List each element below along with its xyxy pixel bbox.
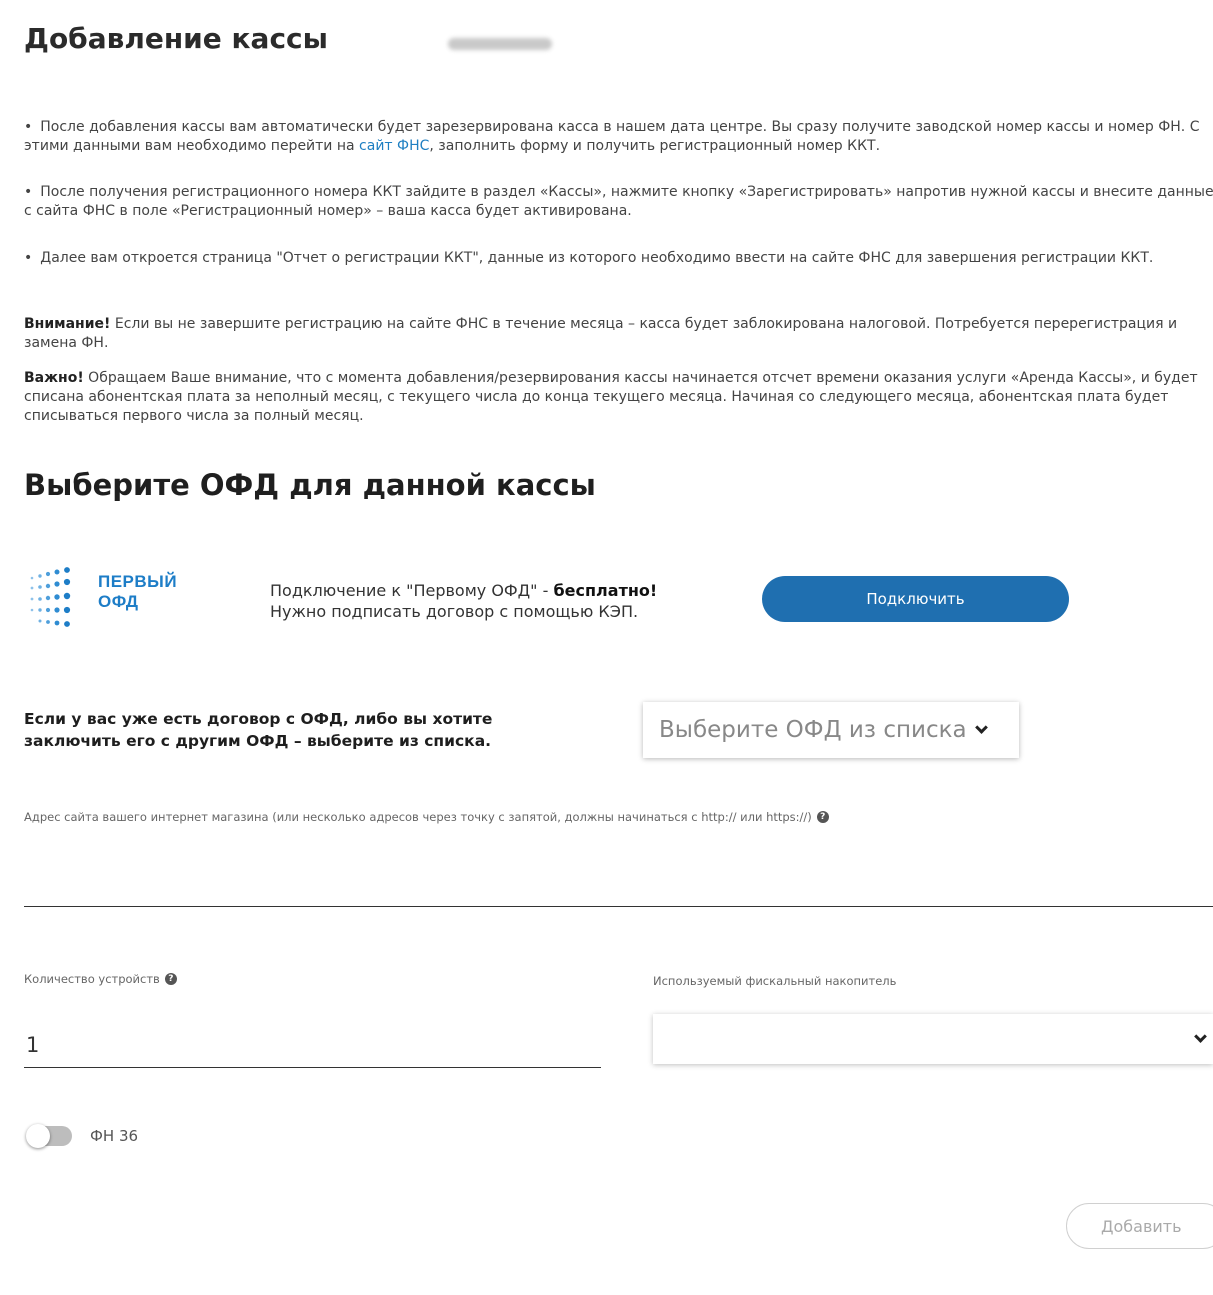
info-text: После получения регистрационного номера … bbox=[24, 184, 1213, 219]
help-icon[interactable]: ? bbox=[164, 973, 177, 985]
info-text: , заполнить форму и получить регистрацио… bbox=[429, 138, 881, 154]
toggle-knob bbox=[26, 1124, 50, 1148]
logo-line-2: ОФД bbox=[98, 592, 139, 611]
important-text: Обращаем Ваше внимание, что с момента до… bbox=[24, 370, 1198, 424]
ofd-desc-prefix: Подключение к "Первому ОФД" - bbox=[270, 581, 554, 600]
fn36-label: ФН 36 bbox=[90, 1127, 139, 1145]
ofd-desc-line-2: Нужно подписать договор с помощью КЭП. bbox=[270, 602, 639, 621]
devices-input[interactable] bbox=[24, 1022, 601, 1068]
contract-text: Если у вас уже есть договор с ОФД, либо … bbox=[24, 710, 493, 750]
warning-text: Если вы не завершите регистрацию на сайт… bbox=[24, 316, 1178, 351]
chevron-down-icon bbox=[974, 720, 988, 734]
logo-line-1: ПЕРВЫЙ bbox=[98, 572, 178, 591]
ofd-heading: Выберите ОФД для данной кассы bbox=[24, 468, 596, 502]
address-input[interactable] bbox=[24, 866, 1213, 907]
warning-paragraph: Внимание! Если вы не завершите регистрац… bbox=[24, 315, 1213, 353]
ofd-select[interactable]: Выберите ОФД из списка bbox=[643, 702, 1019, 758]
fn-select[interactable] bbox=[653, 1014, 1213, 1064]
bullet: • bbox=[24, 250, 33, 266]
ofd-desc-line-1: Подключение к "Первому ОФД" - бесплатно! bbox=[270, 580, 657, 601]
devices-label-text: Количество устройств bbox=[24, 972, 160, 986]
blurred-identifier bbox=[448, 38, 552, 50]
info-paragraph-1: • После добавления кассы вам автоматическ… bbox=[24, 118, 1213, 156]
address-label: Адрес сайта вашего интернет магазина (ил… bbox=[24, 810, 829, 824]
ofd-free-label: бесплатно! bbox=[553, 581, 658, 600]
ofd-description: Подключение к "Первому ОФД" - бесплатно!… bbox=[270, 580, 657, 622]
bullet: • bbox=[24, 119, 33, 135]
fns-site-link[interactable]: сайт ФНС bbox=[359, 138, 429, 154]
info-text: Далее вам откроется страница "Отчет о ре… bbox=[40, 250, 1154, 266]
info-paragraph-3: • Далее вам откроется страница "Отчет о р… bbox=[24, 249, 1213, 268]
pervyi-ofd-dots-icon bbox=[30, 567, 71, 627]
fn-label: Используемый фискальный накопитель bbox=[653, 974, 897, 988]
warning-label: Внимание! bbox=[24, 316, 111, 332]
page-title: Добавление кассы bbox=[24, 22, 328, 55]
ofd-select-placeholder: Выберите ОФД из списка bbox=[659, 717, 967, 743]
help-icon[interactable]: ? bbox=[816, 811, 829, 823]
pervyi-ofd-logo: ПЕРВЫЙ ОФД bbox=[28, 564, 208, 632]
address-label-text: Адрес сайта вашего интернет магазина (ил… bbox=[24, 810, 812, 824]
important-paragraph: Важно! Обращаем Ваше внимание, что с мом… bbox=[24, 369, 1213, 426]
info-paragraph-2: • После получения регистрационного номера… bbox=[24, 183, 1213, 221]
devices-label: Количество устройств? bbox=[24, 972, 177, 986]
fn36-toggle[interactable] bbox=[26, 1124, 72, 1148]
important-label: Важно! bbox=[24, 370, 84, 386]
logo-text: ПЕРВЫЙ ОФД bbox=[98, 572, 177, 612]
chevron-down-icon bbox=[1194, 1030, 1207, 1043]
add-button[interactable]: Добавить bbox=[1066, 1203, 1213, 1249]
page: Добавление кассы • После добавления кассы… bbox=[0, 0, 1213, 1295]
connect-button[interactable]: Подключить bbox=[762, 576, 1069, 622]
bullet: • bbox=[24, 184, 33, 200]
